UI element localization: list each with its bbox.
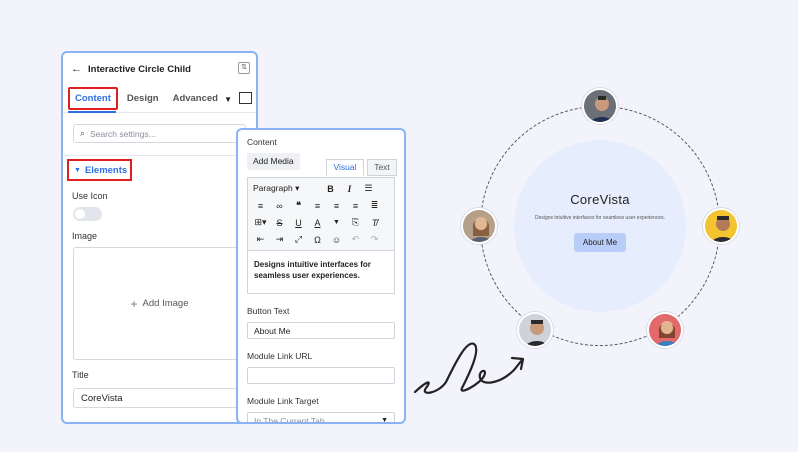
tab-content[interactable]: Content [68,87,118,110]
section-label: Elements [84,164,128,176]
preview-core: CoreVista Designs intuitive interfaces f… [514,140,686,312]
align-justify-icon[interactable]: ≣ [365,200,384,211]
add-image-label: Add Image [142,298,189,309]
arrow-left-icon[interactable]: ← [71,63,82,75]
divider [63,155,256,156]
avatar-bottom-right[interactable] [647,312,683,348]
content-label: Content [247,137,277,147]
caret-down-icon: ▼ [381,417,388,424]
settings-tabs: Content Design Advanced ▼ [63,85,256,113]
button-text-input[interactable]: About Me [247,322,395,339]
special-char-icon[interactable]: Ω [308,235,327,245]
search-input[interactable]: ⌕ Search settings... [73,124,246,143]
link-icon[interactable]: ∞ [270,201,289,211]
title-label: Title [72,370,89,380]
panel-title: Interactive Circle Child [88,63,191,75]
settings-panel: ← Interactive Circle Child ⇅ Content Des… [61,51,258,424]
fullscreen-icon[interactable]: ⤢ [289,234,308,245]
rich-text-editor: Paragraph ▾ B I ☰ ≡ ∞ ❝ ≡ ≡ ≡ ≣ ⊞▾ S U A… [247,177,395,294]
outdent-icon[interactable]: ⇤ [251,234,270,245]
link-target-value: In The Current Tab [254,415,325,424]
triangle-down-icon: ▼ [74,166,81,174]
caret-down-icon[interactable]: ▼ [224,95,232,104]
editor-body[interactable]: Designs intuitive interfaces for seamles… [248,251,394,293]
text-color-icon[interactable]: A [308,218,327,228]
image-label: Image [72,231,98,241]
plus-icon: + [130,296,138,311]
bold-icon[interactable]: B [321,184,340,194]
preview-tagline: Designs intuitive interfaces for seamles… [534,215,666,221]
toggle-knob [75,209,85,219]
search-icon: ⌕ [80,128,86,138]
emoji-icon[interactable]: ☺ [327,235,346,245]
editor-tools: Add Media Visual Text [238,153,404,177]
button-text-label: Button Text [247,306,290,316]
active-tab-underline [68,111,116,113]
link-target-label: Module Link Target [247,396,319,406]
use-icon-toggle[interactable] [73,207,102,221]
link-url-label: Module Link URL [247,351,313,361]
add-image-button[interactable]: + Add Image [73,247,246,360]
avatar-bottom-left[interactable] [517,312,553,348]
quote-icon[interactable]: ❝ [289,200,308,211]
paste-icon[interactable]: ⎘ [346,217,365,228]
link-target-select[interactable]: In The Current Tab ▼ [247,412,395,424]
search-placeholder: Search settings... [90,128,156,139]
strikethrough-icon[interactable]: S [270,218,289,228]
editor-toolbar: Paragraph ▾ B I ☰ ≡ ∞ ❝ ≡ ≡ ≡ ≣ ⊞▾ S U A… [248,178,394,251]
squiggle-arrow [413,342,525,394]
indent-icon[interactable]: ⇥ [270,234,289,245]
paragraph-format-value: Paragraph [253,183,293,193]
paragraph-format-select[interactable]: Paragraph ▾ [251,183,321,194]
panel-header: ← Interactive Circle Child ⇅ [63,53,256,85]
clear-format-icon[interactable]: T̸ [365,218,384,228]
link-url-input[interactable] [247,367,395,384]
align-left-icon[interactable]: ≡ [308,201,327,211]
caret-down-icon[interactable]: ▼ [327,219,346,226]
elements-section-toggle[interactable]: ▼ Elements [67,159,132,181]
align-right-icon[interactable]: ≡ [346,201,365,211]
caret-down-icon: ▾ [295,183,300,193]
square-icon[interactable] [239,92,252,104]
preview-brand: CoreVista [570,192,630,207]
table-icon[interactable]: ⊞▾ [251,217,270,228]
tab-visual[interactable]: Visual [326,159,364,176]
use-icon-label: Use Icon [72,191,108,201]
add-media-button[interactable]: Add Media [247,153,300,170]
collapse-icon[interactable]: ⇅ [238,62,250,74]
numbered-list-icon[interactable]: ≡ [251,201,270,211]
content-panel: Content Add Media Visual Text Paragraph … [236,128,406,424]
tab-design[interactable]: Design [122,89,164,108]
about-me-button[interactable]: About Me [574,233,626,252]
tab-advanced[interactable]: Advanced [168,89,223,108]
title-input[interactable]: CoreVista [73,388,246,408]
undo-icon[interactable]: ↶ [346,234,365,245]
tab-text[interactable]: Text [367,159,397,176]
italic-icon[interactable]: I [340,184,359,194]
avatar-right[interactable] [703,208,739,244]
redo-icon[interactable]: ↷ [365,234,384,245]
underline-icon[interactable]: U [289,218,308,228]
avatar-left[interactable] [461,208,497,244]
align-center-icon[interactable]: ≡ [327,201,346,211]
bullet-list-icon[interactable]: ☰ [359,183,378,194]
avatar-top[interactable] [582,88,618,124]
